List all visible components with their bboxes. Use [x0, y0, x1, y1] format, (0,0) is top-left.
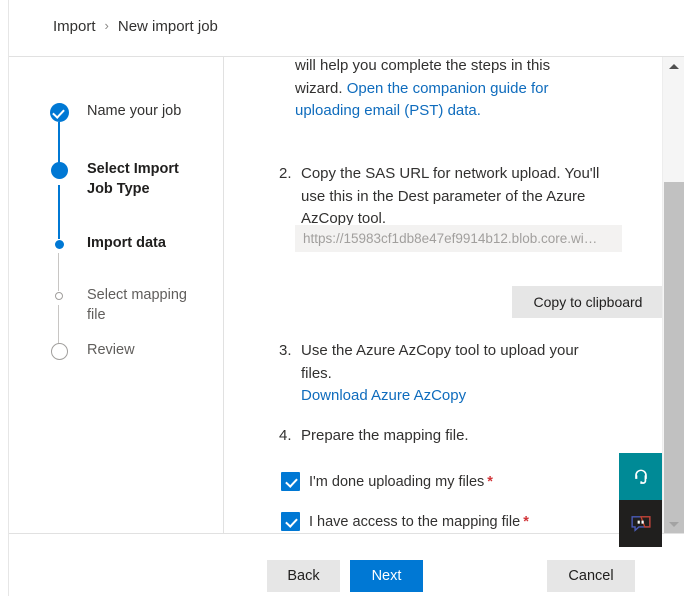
breadcrumb-item-import[interactable]: Import [53, 18, 96, 35]
page-header: Import › New import job [9, 0, 684, 57]
wizard-steps-pane: Name your job Select Import Job Type Imp… [9, 57, 224, 533]
support-widget-button[interactable] [619, 453, 662, 500]
required-marker: * [487, 473, 493, 490]
sidebar-step-label: Name your job [87, 103, 182, 119]
sidebar-step-review[interactable]: Review [9, 340, 135, 362]
intro-line-1: will help you complete the steps in this [295, 57, 551, 74]
step-4-text: Prepare the mapping file. [301, 427, 469, 444]
sidebar-step-label: Select Import Job Type [87, 161, 179, 197]
checkbox-label-text: I'm done uploading my files [309, 473, 485, 490]
next-button[interactable]: Next [350, 560, 423, 592]
checkbox-done-uploading-label: I'm done uploading my files * [309, 474, 493, 490]
checkbox-mapping-access-row[interactable]: I have access to the mapping file * [281, 512, 529, 531]
intro-paragraph: will help you complete the steps in this… [295, 57, 595, 123]
floating-side-widgets [619, 453, 662, 547]
wizard-body: Name your job Select Import Job Type Imp… [9, 57, 684, 596]
step-3-text: Use the Azure AzCopy tool to upload your… [301, 342, 579, 382]
copy-to-clipboard-button[interactable]: Copy to clipboard [512, 286, 662, 318]
sas-url-field[interactable]: https://15983cf1db8e47ef9914b12.blob.cor… [295, 225, 622, 252]
instruction-step-3: 3. Use the Azure AzCopy tool to upload y… [279, 340, 609, 385]
feedback-widget-button[interactable] [619, 500, 662, 547]
scroll-up-icon[interactable] [663, 57, 684, 75]
content-scrollbar[interactable] [662, 57, 684, 547]
step-4-number: 4. [279, 427, 292, 444]
breadcrumb: Import › New import job [53, 18, 218, 35]
download-azcopy-link[interactable]: Download Azure AzCopy [301, 385, 466, 408]
chevron-right-icon: › [104, 18, 109, 33]
small-ring-icon [47, 285, 71, 307]
filled-circle-icon [47, 159, 71, 181]
small-dot-icon [47, 233, 71, 255]
sidebar-step-select-mapping-file[interactable]: Select mapping file [9, 285, 187, 325]
check-circle-icon [47, 101, 71, 123]
sidebar-step-name-your-job[interactable]: Name your job [9, 101, 181, 123]
sidebar-step-import-data[interactable]: Import data [9, 233, 166, 255]
checkbox-done-uploading-row[interactable]: I'm done uploading my files * [281, 472, 493, 491]
step-2-text: Copy the SAS URL for network upload. You… [301, 165, 600, 227]
instruction-step-2: 2. Copy the SAS URL for network upload. … [279, 163, 609, 231]
intro-line-2: wizard. [295, 79, 343, 97]
sidebar-step-select-import-job-type[interactable]: Select Import Job Type [9, 159, 207, 199]
step-3-number: 3. [279, 342, 292, 359]
checkbox-mapping-access-label: I have access to the mapping file * [309, 514, 529, 530]
step-2-number: 2. [279, 165, 292, 182]
checkbox-done-uploading[interactable] [281, 472, 300, 491]
wizard-footer: Back Next Cancel [9, 533, 684, 596]
scroll-down-icon[interactable] [663, 515, 684, 533]
wizard-content-pane: will help you complete the steps in this… [225, 57, 662, 533]
feedback-chat-icon [630, 515, 651, 532]
support-headset-icon [634, 469, 647, 484]
sidebar-step-label: Select mapping file [87, 287, 187, 323]
required-marker: * [523, 513, 529, 530]
breadcrumb-item-current: New import job [117, 18, 218, 35]
instruction-step-4: 4. Prepare the mapping file. [279, 425, 609, 448]
back-button[interactable]: Back [267, 560, 340, 592]
sidebar-step-label: Review [87, 342, 135, 358]
scrollbar-thumb[interactable] [664, 182, 684, 547]
cancel-button[interactable]: Cancel [547, 560, 635, 592]
checkbox-mapping-access[interactable] [281, 512, 300, 531]
sidebar-step-label: Import data [87, 235, 166, 251]
checkbox-label-text: I have access to the mapping file [309, 513, 521, 530]
large-ring-icon [47, 340, 71, 362]
import-wizard-window: Import › New import job Name your job Se… [0, 0, 684, 596]
